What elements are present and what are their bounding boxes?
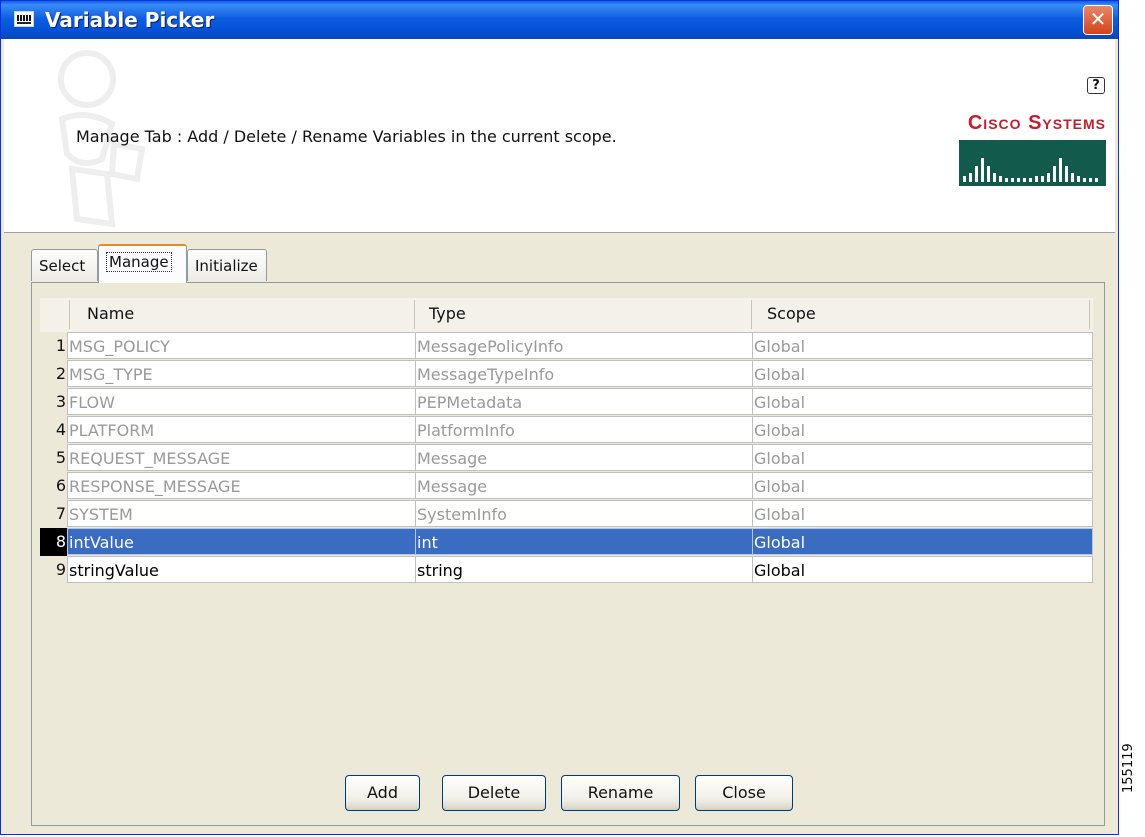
cell-scope[interactable]: Global	[752, 444, 1093, 471]
tab-select[interactable]: Select	[31, 249, 98, 281]
add-button[interactable]: Add	[345, 775, 420, 811]
cell-scope[interactable]: Global	[752, 556, 1093, 583]
row-number[interactable]: 8	[40, 528, 67, 556]
table-header: Name Type Scope	[40, 298, 1093, 333]
column-separator[interactable]	[751, 300, 752, 329]
cell-scope[interactable]: Global	[752, 360, 1093, 387]
column-separator[interactable]	[1089, 300, 1090, 329]
table-row[interactable]: 8 intValue int Global	[40, 528, 1096, 556]
tab-manage-label: Manage	[106, 252, 172, 272]
cell-name[interactable]: FLOW	[67, 388, 415, 415]
table-row[interactable]: 2 MSG_TYPE MessageTypeInfo Global	[40, 360, 1096, 388]
cell-scope[interactable]: Global	[752, 500, 1093, 527]
table-row[interactable]: 5 REQUEST_MESSAGE Message Global	[40, 444, 1096, 472]
table-row[interactable]: 3 FLOW PEPMetadata Global	[40, 388, 1096, 416]
app-icon	[14, 11, 34, 27]
rename-button[interactable]: Rename	[561, 775, 680, 811]
row-number[interactable]: 3	[40, 388, 67, 416]
tab-initialize[interactable]: Initialize	[187, 249, 267, 281]
figure-code: 155119	[1121, 743, 1136, 793]
cell-type[interactable]: MessagePolicyInfo	[415, 332, 752, 359]
cisco-logo-bars	[959, 140, 1106, 186]
row-number[interactable]: 5	[40, 444, 67, 472]
cell-type[interactable]: string	[415, 556, 752, 583]
table-row[interactable]: 7 SYSTEM SystemInfo Global	[40, 500, 1096, 528]
cell-type[interactable]: int	[415, 528, 752, 555]
close-button[interactable]: Close	[695, 775, 793, 811]
title-bar[interactable]: Variable Picker ✕	[1, 1, 1118, 39]
table-row[interactable]: 1 MSG_POLICY MessagePolicyInfo Global	[40, 332, 1096, 360]
row-number[interactable]: 7	[40, 500, 67, 528]
cell-type[interactable]: PlatformInfo	[415, 416, 752, 443]
row-number[interactable]: 4	[40, 416, 67, 444]
cell-name[interactable]: PLATFORM	[67, 416, 415, 443]
cell-scope[interactable]: Global	[752, 528, 1093, 555]
cell-scope[interactable]: Global	[752, 388, 1093, 415]
help-icon[interactable]: ?	[1087, 77, 1105, 94]
table-row[interactable]: 9 stringValue string Global	[40, 556, 1096, 584]
table-row[interactable]: 4 PLATFORM PlatformInfo Global	[40, 416, 1096, 444]
tab-manage[interactable]: Manage	[98, 244, 187, 283]
column-header-name[interactable]: Name	[87, 304, 134, 323]
variable-picker-window: Variable Picker ✕ Manage Tab : Add / Del…	[0, 0, 1119, 835]
column-header-type[interactable]: Type	[429, 304, 466, 323]
header-banner: Manage Tab : Add / Delete / Rename Varia…	[4, 39, 1115, 233]
delete-button[interactable]: Delete	[442, 775, 546, 811]
cell-type[interactable]: Message	[415, 472, 752, 499]
table-row[interactable]: 6 RESPONSE_MESSAGE Message Global	[40, 472, 1096, 500]
cell-type[interactable]: MessageTypeInfo	[415, 360, 752, 387]
cell-name[interactable]: RESPONSE_MESSAGE	[67, 472, 415, 499]
cell-type[interactable]: SystemInfo	[415, 500, 752, 527]
cell-name[interactable]: MSG_POLICY	[67, 332, 415, 359]
row-number[interactable]: 1	[40, 332, 67, 360]
header-description: Manage Tab : Add / Delete / Rename Varia…	[76, 127, 617, 146]
cell-name[interactable]: SYSTEM	[67, 500, 415, 527]
cell-name[interactable]: stringValue	[67, 556, 415, 583]
window-title: Variable Picker	[45, 8, 215, 32]
column-separator[interactable]	[414, 300, 415, 329]
variables-table: 1 MSG_POLICY MessagePolicyInfo Global 2 MSG_T…	[40, 332, 1096, 585]
cisco-logo-text: Cisco Systems	[967, 112, 1106, 134]
close-window-icon[interactable]: ✕	[1083, 5, 1113, 35]
row-number[interactable]: 9	[40, 556, 67, 584]
cell-name[interactable]: REQUEST_MESSAGE	[67, 444, 415, 471]
column-header-scope[interactable]: Scope	[767, 304, 816, 323]
row-number[interactable]: 2	[40, 360, 67, 388]
cell-type[interactable]: Message	[415, 444, 752, 471]
cell-scope[interactable]: Global	[752, 472, 1093, 499]
cell-scope[interactable]: Global	[752, 332, 1093, 359]
cell-type[interactable]: PEPMetadata	[415, 388, 752, 415]
column-separator[interactable]	[69, 300, 70, 329]
cell-name[interactable]: intValue	[67, 528, 415, 555]
cell-name[interactable]: MSG_TYPE	[67, 360, 415, 387]
row-number[interactable]: 6	[40, 472, 67, 500]
cell-scope[interactable]: Global	[752, 416, 1093, 443]
